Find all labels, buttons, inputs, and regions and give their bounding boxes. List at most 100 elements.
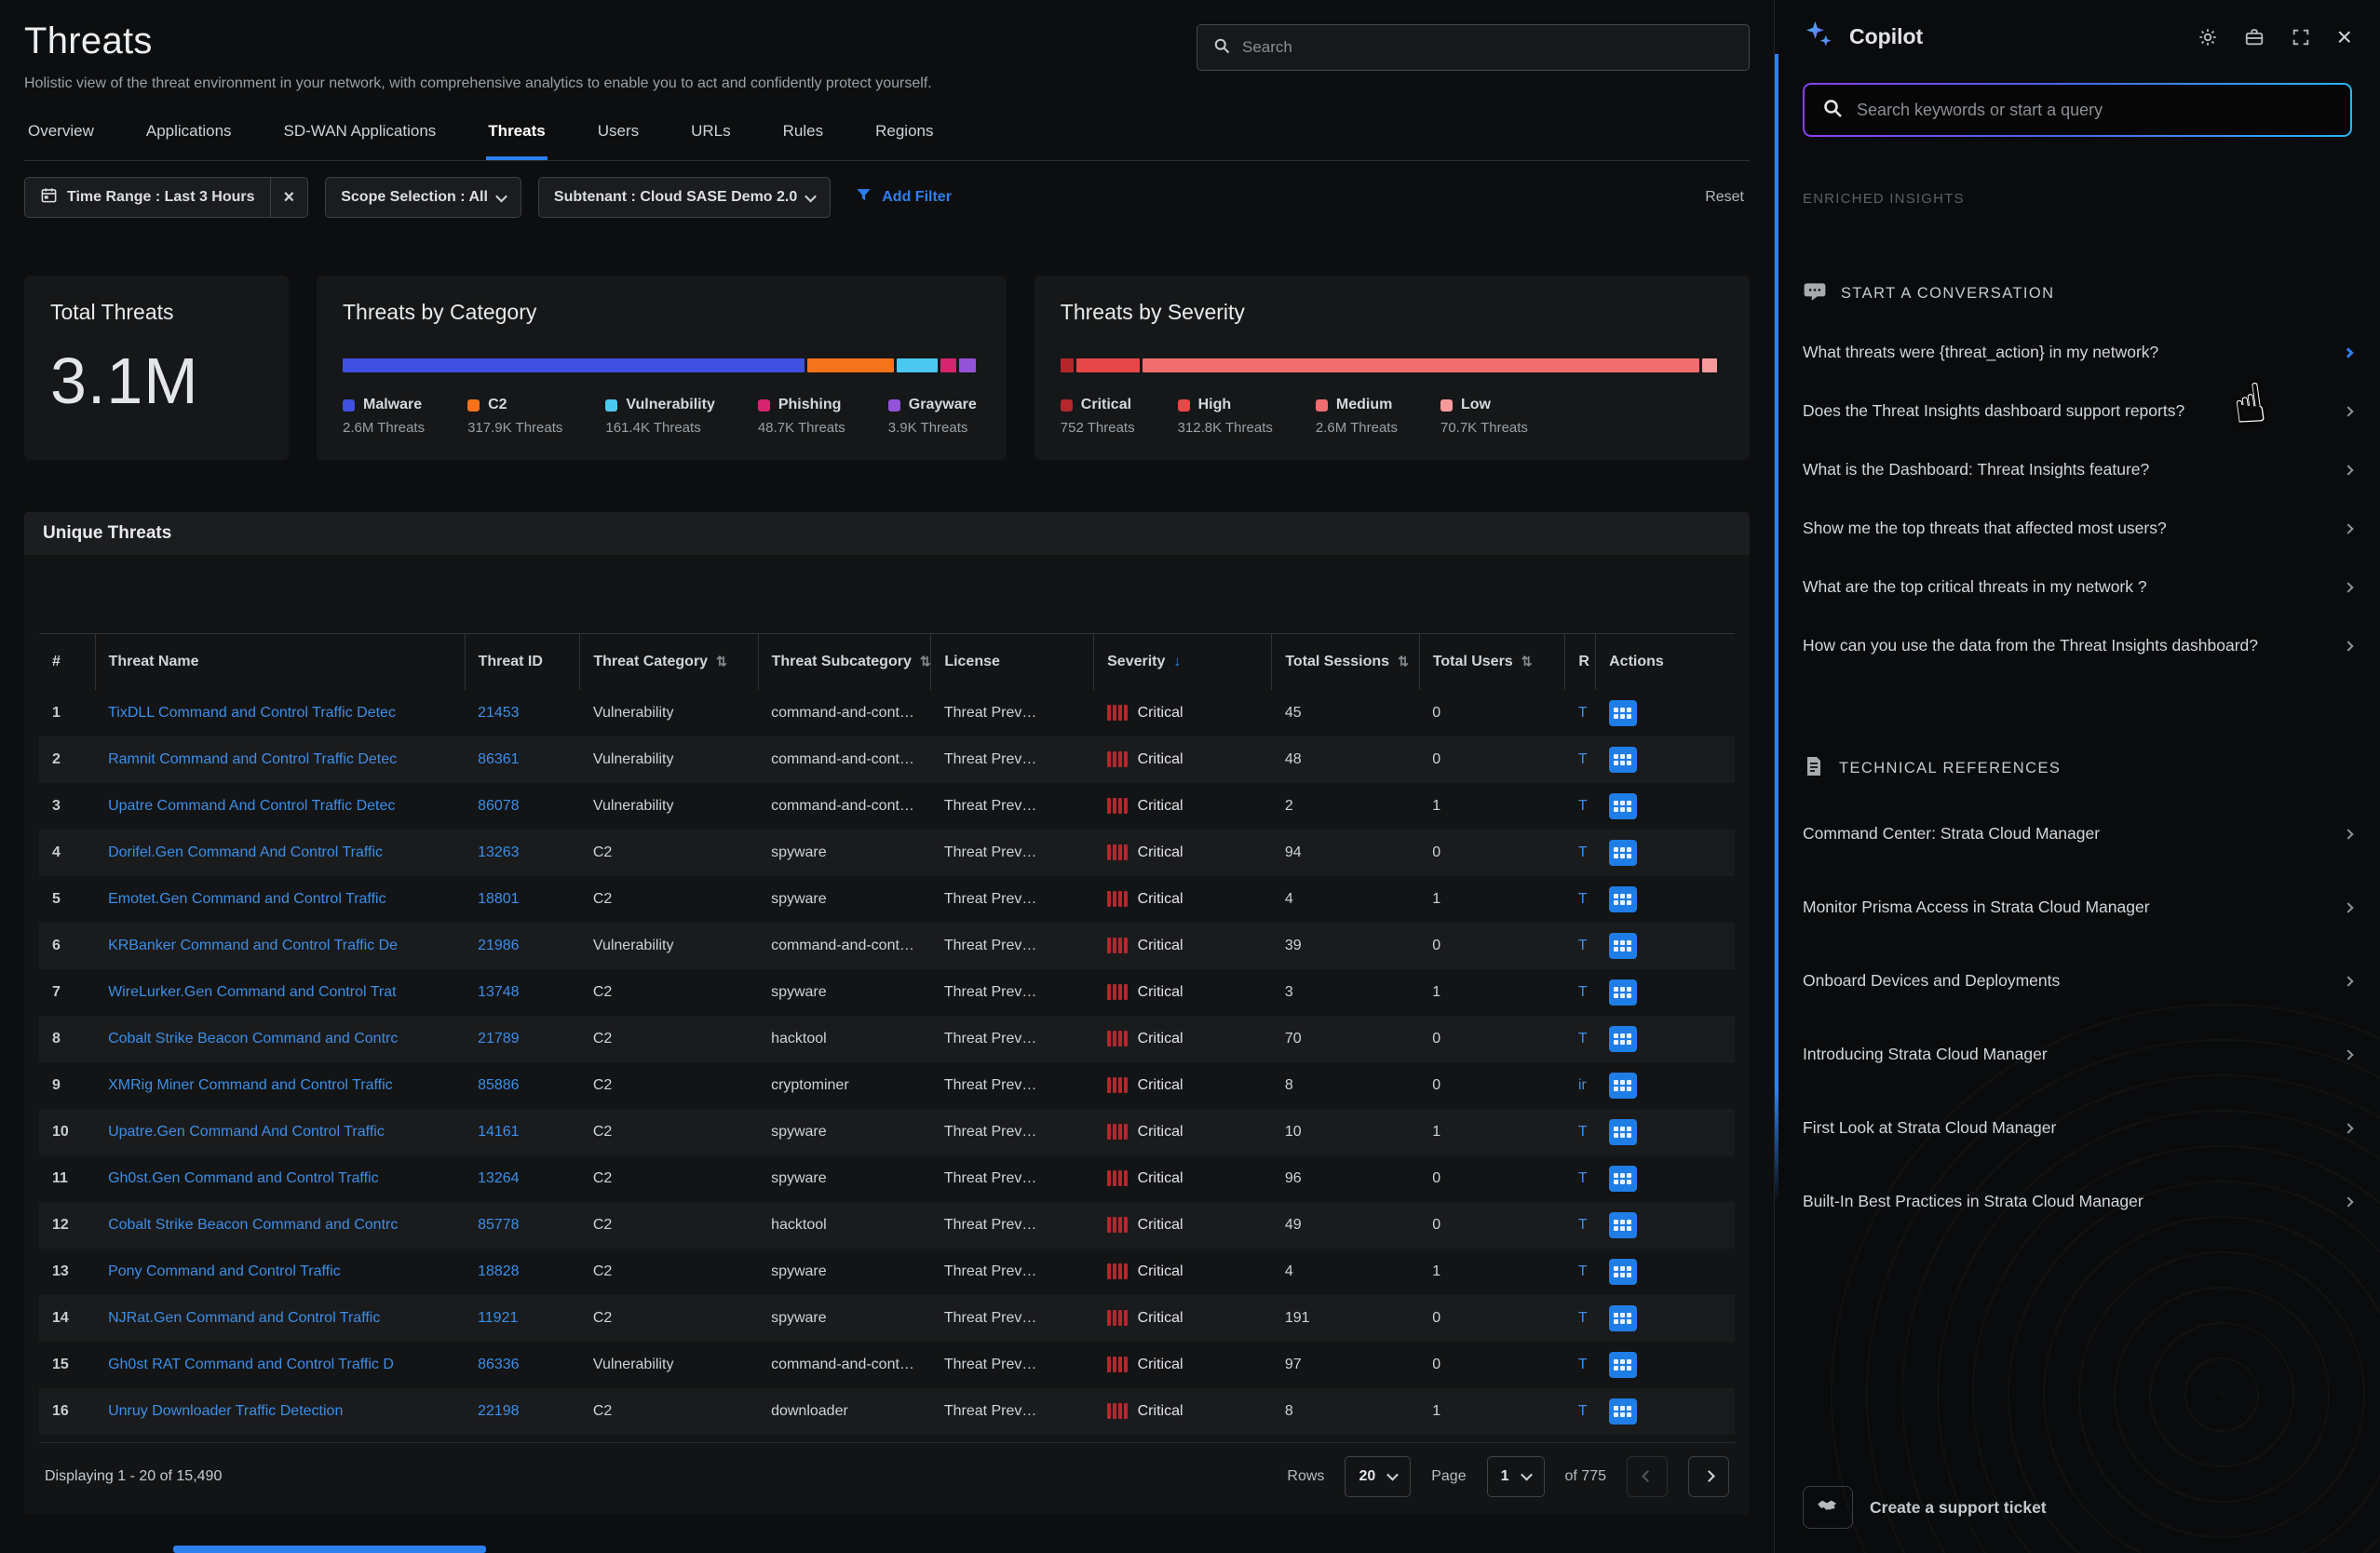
view-sessions-icon[interactable]: [1609, 1259, 1637, 1285]
report-link[interactable]: T: [1578, 984, 1588, 1000]
threat-name-link[interactable]: XMRig Miner Command and Control Traffic: [108, 1077, 393, 1093]
view-sessions-icon[interactable]: [1609, 1026, 1637, 1052]
horizontal-scrollbar-thumb[interactable]: [173, 1546, 486, 1553]
threat-name-link[interactable]: Ramnit Command and Control Traffic Detec: [108, 751, 397, 767]
threat-id-link[interactable]: 85778: [478, 1217, 520, 1233]
reference-link[interactable]: Monitor Prisma Access in Strata Cloud Ma…: [1803, 871, 2352, 944]
reference-link[interactable]: Introducing Strata Cloud Manager: [1803, 1018, 2352, 1091]
report-link[interactable]: T: [1578, 1403, 1588, 1419]
threat-id-link[interactable]: 18828: [478, 1263, 520, 1279]
prev-page-button[interactable]: [1627, 1456, 1668, 1497]
report-link[interactable]: T: [1578, 705, 1588, 721]
tab[interactable]: SD-WAN Applications: [282, 109, 439, 160]
tab[interactable]: Users: [596, 109, 641, 160]
threat-name-link[interactable]: Upatre.Gen Command And Control Traffic: [108, 1124, 385, 1140]
threat-id-link[interactable]: 22198: [478, 1403, 520, 1419]
page-select[interactable]: 1: [1487, 1456, 1545, 1497]
view-sessions-icon[interactable]: [1609, 933, 1637, 959]
threat-name-link[interactable]: Upatre Command And Control Traffic Detec: [108, 798, 395, 814]
report-link[interactable]: T: [1578, 938, 1588, 953]
support-ticket-button[interactable]: [1803, 1486, 1853, 1529]
remove-time-filter-icon[interactable]: ×: [271, 178, 308, 217]
threat-name-link[interactable]: Pony Command and Control Traffic: [108, 1263, 341, 1279]
column-header[interactable]: Total Sessions⇅: [1272, 634, 1419, 690]
tab[interactable]: Applications: [144, 109, 234, 160]
conversation-starter[interactable]: Does the Threat Insights dashboard suppo…: [1803, 382, 2352, 440]
threat-id-link[interactable]: 18801: [478, 891, 520, 907]
expand-icon[interactable]: [2291, 27, 2311, 47]
view-sessions-icon[interactable]: [1609, 1073, 1637, 1099]
threat-id-link[interactable]: 11921: [478, 1310, 518, 1326]
reset-filters-button[interactable]: Reset: [1705, 189, 1750, 206]
column-header[interactable]: License: [931, 634, 1094, 690]
vertical-scrollbar-thumb[interactable]: [1775, 54, 1778, 1203]
close-icon[interactable]: ×: [2337, 24, 2352, 50]
threat-id-link[interactable]: 13263: [478, 844, 520, 860]
tab[interactable]: Rules: [781, 109, 825, 160]
column-header[interactable]: Threat Name: [95, 634, 465, 690]
column-header[interactable]: Severity↓: [1094, 634, 1272, 690]
column-header[interactable]: Threat ID: [465, 634, 580, 690]
threat-name-link[interactable]: WireLurker.Gen Command and Control Trat: [108, 984, 396, 1000]
report-link[interactable]: T: [1578, 1217, 1588, 1233]
threat-id-link[interactable]: 86361: [478, 751, 520, 767]
view-sessions-icon[interactable]: [1609, 979, 1637, 1006]
tab[interactable]: Overview: [26, 109, 96, 160]
threat-name-link[interactable]: Gh0st RAT Command and Control Traffic D: [108, 1357, 394, 1372]
conversation-starter[interactable]: Show me the top threats that affected mo…: [1803, 499, 2352, 558]
subtenant-chip[interactable]: Subtenant : Cloud SASE Demo 2.0: [538, 177, 831, 218]
copilot-search[interactable]: [1805, 85, 2350, 135]
threat-name-link[interactable]: Unruy Downloader Traffic Detection: [108, 1403, 343, 1419]
report-link[interactable]: T: [1578, 844, 1588, 860]
view-sessions-icon[interactable]: [1609, 1398, 1637, 1425]
threat-name-link[interactable]: Cobalt Strike Beacon Command and Contrc: [108, 1031, 398, 1047]
report-link[interactable]: T: [1578, 891, 1588, 907]
threat-id-link[interactable]: 13748: [478, 984, 520, 1000]
next-page-button[interactable]: [1688, 1456, 1729, 1497]
report-link[interactable]: ir: [1578, 1077, 1587, 1093]
view-sessions-icon[interactable]: [1609, 1212, 1637, 1238]
time-range-filter-chip[interactable]: Time Range : Last 3 Hours ×: [24, 177, 308, 218]
threat-name-link[interactable]: Cobalt Strike Beacon Command and Contrc: [108, 1217, 398, 1233]
briefcase-icon[interactable]: [2244, 27, 2265, 47]
rows-per-page-select[interactable]: 20: [1345, 1456, 1411, 1497]
scope-selection-chip[interactable]: Scope Selection : All: [325, 177, 521, 218]
report-link[interactable]: T: [1578, 1170, 1588, 1186]
tab[interactable]: Threats: [486, 109, 547, 160]
conversation-starter[interactable]: What is the Dashboard: Threat Insights f…: [1803, 440, 2352, 499]
view-sessions-icon[interactable]: [1609, 886, 1637, 912]
column-header[interactable]: Actions: [1596, 634, 1735, 690]
report-link[interactable]: T: [1578, 1263, 1588, 1279]
column-header[interactable]: #: [39, 634, 95, 690]
reference-link[interactable]: Built-In Best Practices in Strata Cloud …: [1803, 1165, 2352, 1238]
view-sessions-icon[interactable]: [1609, 700, 1637, 726]
report-link[interactable]: T: [1578, 798, 1588, 814]
column-header[interactable]: Total Users⇅: [1419, 634, 1565, 690]
view-sessions-icon[interactable]: [1609, 1305, 1637, 1331]
threat-name-link[interactable]: TixDLL Command and Control Traffic Detec: [108, 705, 396, 721]
column-header[interactable]: R: [1565, 634, 1596, 690]
column-header[interactable]: Threat Subcategory⇅: [758, 634, 931, 690]
view-sessions-icon[interactable]: [1609, 747, 1637, 773]
reference-link[interactable]: First Look at Strata Cloud Manager: [1803, 1091, 2352, 1165]
search-input[interactable]: [1242, 38, 1734, 57]
view-sessions-icon[interactable]: [1609, 840, 1637, 866]
conversation-starter[interactable]: How can you use the data from the Threat…: [1803, 616, 2352, 675]
threat-id-link[interactable]: 21789: [478, 1031, 520, 1047]
report-link[interactable]: T: [1578, 1310, 1588, 1326]
global-search[interactable]: [1197, 24, 1750, 71]
view-sessions-icon[interactable]: [1609, 1119, 1637, 1145]
view-sessions-icon[interactable]: [1609, 793, 1637, 819]
view-sessions-icon[interactable]: [1609, 1166, 1637, 1192]
copilot-search-input[interactable]: [1857, 101, 2333, 120]
tab[interactable]: URLs: [689, 109, 733, 160]
report-link[interactable]: T: [1578, 1031, 1588, 1047]
conversation-starter[interactable]: What are the top critical threats in my …: [1803, 558, 2352, 616]
threat-id-link[interactable]: 14161: [478, 1124, 520, 1140]
threat-name-link[interactable]: NJRat.Gen Command and Control Traffic: [108, 1310, 380, 1326]
threat-id-link[interactable]: 86336: [478, 1357, 520, 1372]
reference-link[interactable]: Command Center: Strata Cloud Manager: [1803, 797, 2352, 871]
report-link[interactable]: T: [1578, 1124, 1588, 1140]
threat-name-link[interactable]: Emotet.Gen Command and Control Traffic: [108, 891, 386, 907]
settings-icon[interactable]: [2197, 27, 2218, 47]
